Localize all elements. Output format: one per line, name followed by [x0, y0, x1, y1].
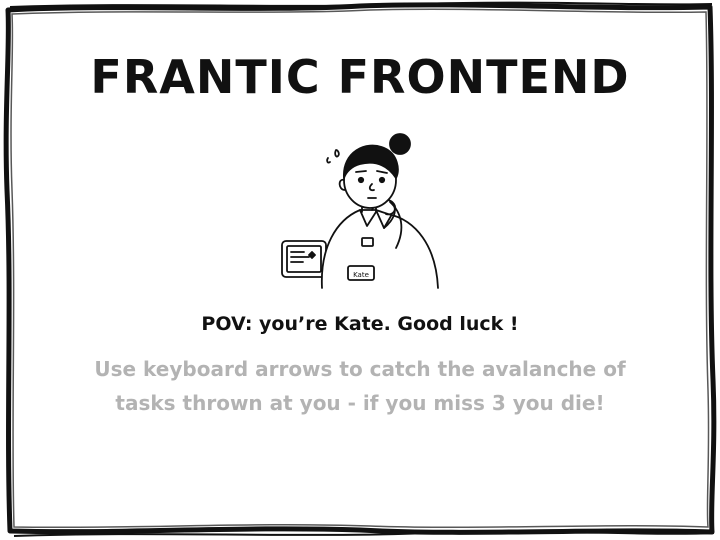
- pov-text: POV: you’re Kate. Good luck !: [201, 313, 519, 335]
- character-name-tag: Kate: [353, 271, 369, 279]
- instructions-text: Use keyboard arrows to catch the avalanc…: [94, 357, 626, 415]
- start-screen: FRANTIC FRONTEND Kate POV: you’re Kate. …: [0, 0, 720, 540]
- game-title: FRANTIC FRONTEND: [90, 50, 630, 104]
- tablet-icon: [281, 240, 327, 278]
- thinking-woman-illustration: Kate: [281, 133, 439, 289]
